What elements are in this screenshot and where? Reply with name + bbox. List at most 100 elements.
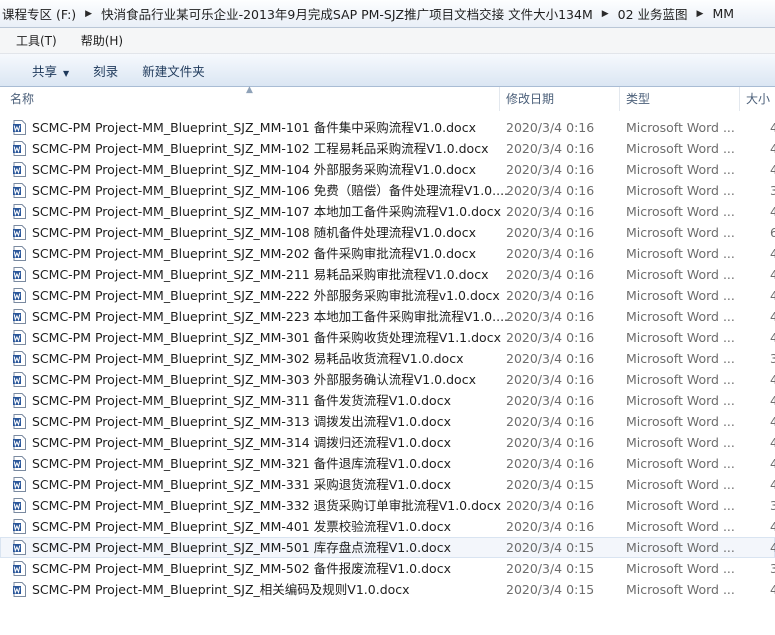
file-size: 4 [770,414,775,429]
word-document-icon [13,225,26,240]
column-name[interactable]: 名称 [4,87,498,111]
file-date: 2020/3/4 0:16 [506,372,595,387]
file-date: 2020/3/4 0:16 [506,141,595,156]
breadcrumb-mm-folder[interactable]: MM [710,6,736,21]
file-date: 2020/3/4 0:15 [506,477,595,492]
file-size: 3 [770,561,775,576]
file-row[interactable]: SCMC-PM Project-MM_Blueprint_SJZ_MM-104 … [0,159,775,180]
file-size: 3 [770,498,775,513]
file-date: 2020/3/4 0:15 [506,540,595,555]
file-name: SCMC-PM Project-MM_Blueprint_SJZ_MM-106 … [32,183,509,198]
file-name: SCMC-PM Project-MM_Blueprint_SJZ_MM-331 … [32,477,451,492]
file-size: 4 [770,330,775,345]
file-row[interactable]: SCMC-PM Project-MM_Blueprint_SJZ_MM-314 … [0,432,775,453]
file-date: 2020/3/4 0:16 [506,519,595,534]
menu-tools[interactable]: 工具(T) [8,32,65,49]
file-type: Microsoft Word ... [626,309,735,324]
file-row[interactable]: SCMC-PM Project-MM_Blueprint_SJZ_MM-331 … [0,474,775,495]
file-row[interactable]: SCMC-PM Project-MM_Blueprint_SJZ_MM-502 … [0,558,775,579]
word-document-icon [13,435,26,450]
word-document-icon [13,519,26,534]
file-row[interactable]: SCMC-PM Project-MM_Blueprint_SJZ_MM-311 … [0,390,775,411]
file-type: Microsoft Word ... [626,141,735,156]
chevron-right-icon[interactable]: ▶ [78,9,99,19]
column-size[interactable]: 大小 [740,87,775,111]
breadcrumb-drive[interactable]: 课程专区 (F:) [0,4,78,23]
share-button-label: 共享 [32,63,58,79]
file-size: 4 [770,120,775,135]
file-row[interactable]: SCMC-PM Project-MM_Blueprint_SJZ_MM-223 … [0,306,775,327]
file-name: SCMC-PM Project-MM_Blueprint_SJZ_MM-314 … [32,435,451,450]
file-name: SCMC-PM Project-MM_Blueprint_SJZ_相关编码及规则… [32,582,410,597]
file-row[interactable]: SCMC-PM Project-MM_Blueprint_SJZ_MM-401 … [0,516,775,537]
file-date: 2020/3/4 0:16 [506,393,595,408]
file-type: Microsoft Word ... [626,351,735,366]
file-date: 2020/3/4 0:15 [506,561,595,576]
chevron-right-icon[interactable]: ▶ [595,9,616,19]
file-row[interactable]: SCMC-PM Project-MM_Blueprint_SJZ_MM-222 … [0,285,775,306]
file-row[interactable]: SCMC-PM Project-MM_Blueprint_SJZ_MM-303 … [0,369,775,390]
file-size: 4 [770,519,775,534]
file-name: SCMC-PM Project-MM_Blueprint_SJZ_MM-302 … [32,351,464,366]
file-row[interactable]: SCMC-PM Project-MM_Blueprint_SJZ_MM-101 … [0,117,775,138]
file-row[interactable]: SCMC-PM Project-MM_Blueprint_SJZ_MM-501 … [0,537,775,558]
file-name: SCMC-PM Project-MM_Blueprint_SJZ_MM-211 … [32,267,489,282]
file-size: 3 [770,183,775,198]
file-name: SCMC-PM Project-MM_Blueprint_SJZ_MM-301 … [32,330,501,345]
file-name: SCMC-PM Project-MM_Blueprint_SJZ_MM-303 … [32,372,476,387]
file-name: SCMC-PM Project-MM_Blueprint_SJZ_MM-321 … [32,456,451,471]
file-row[interactable]: SCMC-PM Project-MM_Blueprint_SJZ_MM-106 … [0,180,775,201]
burn-button[interactable]: 刻录 [81,61,130,80]
word-document-icon [13,330,26,345]
word-document-icon [13,162,26,177]
chevron-right-icon[interactable]: ▶ [690,9,711,19]
file-date: 2020/3/4 0:16 [506,204,595,219]
file-size: 4 [770,309,775,324]
word-document-icon [13,120,26,135]
file-size: 4 [770,456,775,471]
file-name: SCMC-PM Project-MM_Blueprint_SJZ_MM-108 … [32,225,476,240]
file-size: 4 [770,162,775,177]
file-type: Microsoft Word ... [626,582,735,597]
file-row[interactable]: SCMC-PM Project-MM_Blueprint_SJZ_相关编码及规则… [0,579,775,600]
file-row[interactable]: SCMC-PM Project-MM_Blueprint_SJZ_MM-202 … [0,243,775,264]
file-date: 2020/3/4 0:16 [506,414,595,429]
file-row[interactable]: SCMC-PM Project-MM_Blueprint_SJZ_MM-301 … [0,327,775,348]
file-size: 4 [770,372,775,387]
file-row[interactable]: SCMC-PM Project-MM_Blueprint_SJZ_MM-108 … [0,222,775,243]
new-folder-button[interactable]: 新建文件夹 [130,61,217,80]
file-name: SCMC-PM Project-MM_Blueprint_SJZ_MM-313 … [32,414,451,429]
file-date: 2020/3/4 0:16 [506,225,595,240]
file-row[interactable]: SCMC-PM Project-MM_Blueprint_SJZ_MM-102 … [0,138,775,159]
address-bar[interactable]: 课程专区 (F:) ▶ 快消食品行业某可乐企业-2013年9月完成SAP PM-… [0,0,775,28]
column-date[interactable]: 修改日期 [500,87,618,111]
file-row[interactable]: SCMC-PM Project-MM_Blueprint_SJZ_MM-107 … [0,201,775,222]
file-type: Microsoft Word ... [626,456,735,471]
file-date: 2020/3/4 0:16 [506,435,595,450]
breadcrumb-project-folder[interactable]: 快消食品行业某可乐企业-2013年9月完成SAP PM-SJZ推广项目文档交接 … [99,4,595,23]
file-type: Microsoft Word ... [626,330,735,345]
file-row[interactable]: SCMC-PM Project-MM_Blueprint_SJZ_MM-321 … [0,453,775,474]
share-button[interactable]: 共享 ▼ [20,61,81,80]
file-type: Microsoft Word ... [626,477,735,492]
file-name: SCMC-PM Project-MM_Blueprint_SJZ_MM-107 … [32,204,501,219]
file-size: 4 [770,582,775,597]
file-row[interactable]: SCMC-PM Project-MM_Blueprint_SJZ_MM-313 … [0,411,775,432]
menu-help[interactable]: 帮助(H) [73,32,131,49]
file-name: SCMC-PM Project-MM_Blueprint_SJZ_MM-222 … [32,288,500,303]
breadcrumb-blueprint-folder[interactable]: 02 业务蓝图 [616,4,690,23]
file-row[interactable]: SCMC-PM Project-MM_Blueprint_SJZ_MM-302 … [0,348,775,369]
file-row[interactable]: SCMC-PM Project-MM_Blueprint_SJZ_MM-211 … [0,264,775,285]
file-size: 4 [770,393,775,408]
file-date: 2020/3/4 0:16 [506,456,595,471]
file-date: 2020/3/4 0:16 [506,351,595,366]
file-name: SCMC-PM Project-MM_Blueprint_SJZ_MM-311 … [32,393,451,408]
file-type: Microsoft Word ... [626,498,735,513]
file-row[interactable]: SCMC-PM Project-MM_Blueprint_SJZ_MM-332 … [0,495,775,516]
word-document-icon [13,477,26,492]
word-document-icon [13,498,26,513]
word-document-icon [13,540,26,555]
file-type: Microsoft Word ... [626,393,735,408]
file-type: Microsoft Word ... [626,288,735,303]
column-type[interactable]: 类型 [620,87,738,111]
